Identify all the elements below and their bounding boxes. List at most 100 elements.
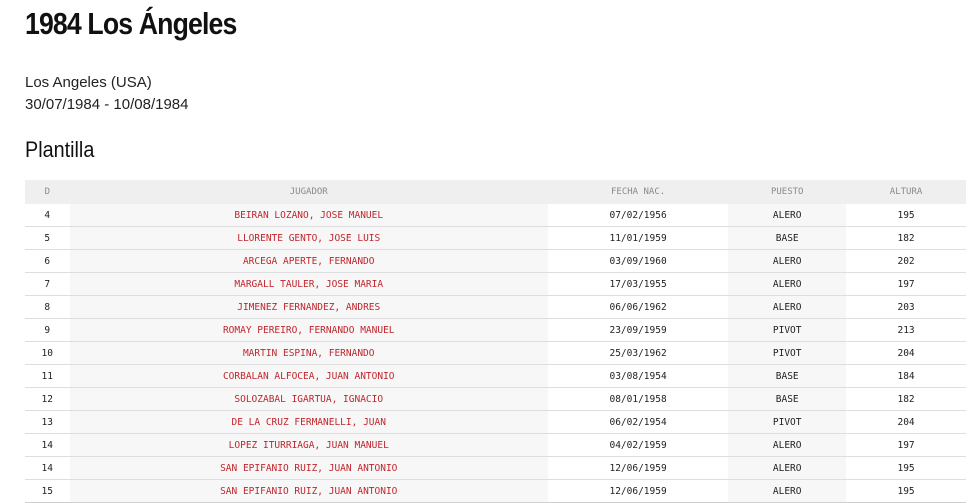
player-link[interactable]: MARGALL TAULER, JOSE MARIA: [234, 279, 383, 290]
height-cell: 197: [846, 272, 966, 296]
dorsal-cell: 5: [25, 226, 70, 250]
player-cell: MARGALL TAULER, JOSE MARIA: [69, 272, 548, 296]
table-row: 5 LLORENTE GENTO, JOSE LUIS 11/01/1959 BASE…: [25, 226, 966, 250]
player-cell: SAN EPIFANIO RUIZ, JUAN ANTONIO: [69, 456, 548, 480]
player-cell: ROMAY PEREIRO, FERNANDO MANUEL: [69, 318, 548, 342]
dorsal-cell: 15: [25, 479, 70, 503]
player-link[interactable]: SAN EPIFANIO RUIZ, JUAN ANTONIO: [220, 463, 397, 474]
player-cell: ARCEGA APERTE, FERNANDO: [69, 249, 548, 273]
table-header: D JUGADOR FECHA NAC. PUESTO ALTURA: [25, 180, 966, 204]
birthdate-cell: 23/09/1959: [547, 318, 729, 342]
birthdate-cell: 11/01/1959: [547, 226, 729, 250]
position-cell: BASE: [728, 226, 847, 250]
birthdate-cell: 17/03/1955: [547, 272, 729, 296]
dorsal-cell: 11: [25, 364, 70, 388]
table-row: 14 LOPEZ ITURRIAGA, JUAN MANUEL 04/02/1959…: [25, 433, 966, 457]
player-cell: LLORENTE GENTO, JOSE LUIS: [69, 226, 548, 250]
event-location: Los Angeles (USA): [25, 74, 152, 91]
player-cell: CORBALAN ALFOCEA, JUAN ANTONIO: [69, 364, 548, 388]
table-body: 4 BEIRAN LOZANO, JOSE MANUEL 07/02/1956 ALE…: [25, 204, 966, 503]
table-row: 4 BEIRAN LOZANO, JOSE MANUEL 07/02/1956 ALE…: [25, 204, 966, 227]
table-row: 12 SOLOZABAL IGARTUA, IGNACIO 08/01/1958 BA…: [25, 387, 966, 411]
height-cell: 204: [846, 341, 966, 365]
player-cell: BEIRAN LOZANO, JOSE MANUEL: [69, 204, 548, 227]
player-link[interactable]: MARTIN ESPINA, FERNANDO: [243, 348, 375, 359]
column-header-player: JUGADOR: [69, 180, 548, 204]
position-cell: BASE: [728, 364, 847, 388]
position-cell: BASE: [728, 387, 847, 411]
position-cell: ALERO: [728, 249, 847, 273]
player-link[interactable]: ROMAY PEREIRO, FERNANDO MANUEL: [223, 325, 395, 336]
dorsal-cell: 10: [25, 341, 70, 365]
dorsal-cell: 13: [25, 410, 70, 434]
dorsal-cell: 6: [25, 249, 70, 273]
section-title: Plantilla: [25, 137, 95, 162]
height-cell: 202: [846, 249, 966, 273]
position-cell: ALERO: [728, 272, 847, 296]
dorsal-cell: 14: [25, 456, 70, 480]
table-row: 8 JIMENEZ FERNANDEZ, ANDRES 06/06/1962 ALER…: [25, 295, 966, 319]
birthdate-cell: 12/06/1959: [547, 479, 729, 503]
position-cell: ALERO: [728, 456, 847, 480]
dorsal-cell: 14: [25, 433, 70, 457]
player-cell: SOLOZABAL IGARTUA, IGNACIO: [69, 387, 548, 411]
column-header-fecha: FECHA NAC.: [547, 180, 729, 204]
position-cell: ALERO: [728, 433, 847, 457]
dorsal-cell: 7: [25, 272, 70, 296]
dorsal-cell: 8: [25, 295, 70, 319]
height-cell: 203: [846, 295, 966, 319]
position-cell: PIVOT: [728, 318, 847, 342]
table-header-row: D JUGADOR FECHA NAC. PUESTO ALTURA: [25, 180, 966, 204]
birthdate-cell: 07/02/1956: [547, 204, 729, 227]
player-link[interactable]: DE LA CRUZ FERMANELLI, JUAN: [232, 417, 386, 428]
table-row: 10 MARTIN ESPINA, FERNANDO 25/03/1962 PIVOT…: [25, 341, 966, 365]
player-link[interactable]: JIMENEZ FERNANDEZ, ANDRES: [237, 302, 380, 313]
height-cell: 195: [846, 204, 966, 227]
player-link[interactable]: SAN EPIFANIO RUIZ, JUAN ANTONIO: [220, 486, 397, 497]
table-row: 14 SAN EPIFANIO RUIZ, JUAN ANTONIO 12/06/1…: [25, 456, 966, 480]
dorsal-cell: 4: [25, 204, 70, 227]
birthdate-cell: 08/01/1958: [547, 387, 729, 411]
event-dates: 30/07/1984 - 10/08/1984: [25, 96, 189, 113]
height-cell: 197: [846, 433, 966, 457]
player-link[interactable]: CORBALAN ALFOCEA, JUAN ANTONIO: [223, 371, 395, 382]
table-row: 7 MARGALL TAULER, JOSE MARIA 17/03/1955 ALE…: [25, 272, 966, 296]
height-cell: 182: [846, 387, 966, 411]
position-cell: ALERO: [728, 204, 847, 227]
height-cell: 182: [846, 226, 966, 250]
position-cell: ALERO: [728, 295, 847, 319]
roster-table: D JUGADOR FECHA NAC. PUESTO ALTURA 4 BEIR…: [25, 180, 966, 503]
player-link[interactable]: LOPEZ ITURRIAGA, JUAN MANUEL: [229, 440, 389, 451]
height-cell: 213: [846, 318, 966, 342]
birthdate-cell: 06/06/1962: [547, 295, 729, 319]
birthdate-cell: 04/02/1959: [547, 433, 729, 457]
column-header-d: D: [25, 180, 70, 204]
player-link[interactable]: BEIRAN LOZANO, JOSE MANUEL: [234, 210, 383, 221]
column-header-altura: ALTURA: [846, 180, 966, 204]
birthdate-cell: 25/03/1962: [547, 341, 729, 365]
column-header-puesto: PUESTO: [728, 180, 847, 204]
player-link[interactable]: LLORENTE GENTO, JOSE LUIS: [237, 233, 380, 244]
player-cell: JIMENEZ FERNANDEZ, ANDRES: [69, 295, 548, 319]
table-row: 15 SAN EPIFANIO RUIZ, JUAN ANTONIO 12/06/1…: [25, 479, 966, 503]
player-cell: MARTIN ESPINA, FERNANDO: [69, 341, 548, 365]
position-cell: ALERO: [728, 479, 847, 503]
height-cell: 195: [846, 456, 966, 480]
player-link[interactable]: SOLOZABAL IGARTUA, IGNACIO: [234, 394, 383, 405]
player-cell: LOPEZ ITURRIAGA, JUAN MANUEL: [69, 433, 548, 457]
player-cell: DE LA CRUZ FERMANELLI, JUAN: [69, 410, 548, 434]
table-row: 11 CORBALAN ALFOCEA, JUAN ANTONIO 03/08/19…: [25, 364, 966, 388]
birthdate-cell: 06/02/1954: [547, 410, 729, 434]
height-cell: 195: [846, 479, 966, 503]
page-title: 1984 Los Ángeles: [25, 6, 237, 41]
height-cell: 204: [846, 410, 966, 434]
player-link[interactable]: ARCEGA APERTE, FERNANDO: [243, 256, 375, 267]
table-row: 6 ARCEGA APERTE, FERNANDO 03/09/1960 ALERO 2…: [25, 249, 966, 273]
birthdate-cell: 12/06/1959: [547, 456, 729, 480]
page: 1984 Los Ángeles Los Angeles (USA) 30/07…: [0, 0, 975, 503]
birthdate-cell: 03/09/1960: [547, 249, 729, 273]
height-cell: 184: [846, 364, 966, 388]
dorsal-cell: 9: [25, 318, 70, 342]
position-cell: PIVOT: [728, 410, 847, 434]
position-cell: PIVOT: [728, 341, 847, 365]
